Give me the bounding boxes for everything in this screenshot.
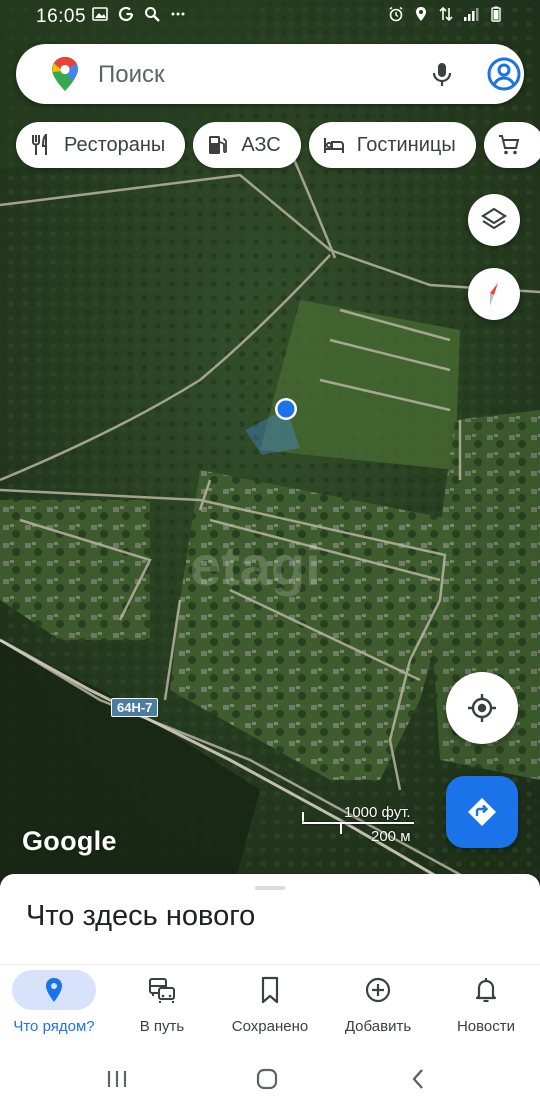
directions-button[interactable] — [446, 776, 518, 848]
scale-tick — [340, 822, 342, 834]
gas-station-icon — [209, 136, 228, 154]
status-bar: 16:05 — [0, 0, 540, 34]
alarm-icon — [389, 6, 403, 22]
chip-label: Рестораны — [64, 133, 166, 156]
map-watermark: etagi — [190, 534, 321, 597]
data-arrows-icon — [439, 6, 453, 22]
nav-label: Сохранено — [231, 1018, 309, 1035]
search-input[interactable]: Поиск — [98, 61, 165, 89]
nav-label: Что рядом? — [13, 1018, 95, 1035]
nav-label: Новости — [456, 1018, 516, 1035]
location-icon — [416, 7, 426, 21]
hotel-icon — [323, 138, 344, 153]
maps-pin-icon — [52, 57, 78, 91]
my-location-icon — [468, 694, 496, 722]
search-bar[interactable]: Поиск — [16, 44, 524, 104]
scale-imperial: 1000 фут. — [344, 804, 411, 821]
bottom-sheet[interactable]: Что здесь нового — [0, 874, 540, 964]
home-icon[interactable] — [254, 1066, 280, 1092]
chip-gas-stations[interactable]: АЗС — [193, 122, 301, 168]
explore-pin-icon — [46, 978, 62, 1002]
scale-bar — [302, 822, 414, 824]
sheet-drag-handle[interactable] — [255, 886, 285, 890]
compass-button[interactable] — [468, 268, 520, 320]
shopping-cart-icon — [498, 135, 520, 155]
status-right-icons — [388, 6, 504, 22]
bell-icon — [475, 978, 497, 1003]
nav-label: Добавить — [344, 1018, 412, 1035]
status-left-icons — [92, 6, 186, 22]
compass-icon — [490, 283, 498, 306]
image-icon — [92, 7, 108, 21]
more-dots-icon — [171, 12, 185, 16]
category-chips: Рестораны АЗС Гостиницы — [16, 122, 540, 168]
chip-shopping[interactable] — [483, 122, 540, 168]
mic-icon[interactable] — [428, 60, 456, 88]
google-attribution: Google — [22, 826, 117, 856]
bottom-navigation: Что рядом? В путь Сохранено Добавить Нов… — [0, 964, 540, 1048]
nav-contribute[interactable]: Добавить — [324, 965, 432, 1049]
sheet-title: Что здесь нового — [26, 900, 256, 932]
directions-icon — [468, 798, 496, 826]
system-navigation-bar — [0, 1048, 540, 1110]
chip-restaurants[interactable]: Рестораны — [16, 122, 186, 168]
nav-saved[interactable]: Сохранено — [216, 965, 324, 1049]
chip-label: АЗС — [241, 133, 281, 156]
nav-commute[interactable]: В путь — [108, 965, 216, 1049]
layers-icon — [480, 207, 508, 230]
nav-label: В путь — [139, 1018, 185, 1035]
chip-hotels[interactable]: Гостиницы — [308, 122, 476, 168]
scale-metric: 200 м — [371, 828, 411, 845]
bookmark-icon — [261, 976, 279, 1004]
nav-explore[interactable]: Что рядом? — [0, 965, 108, 1049]
battery-icon — [491, 6, 501, 22]
my-location-button[interactable] — [446, 672, 518, 744]
route-number-badge: 64Н-7 — [111, 698, 159, 717]
recents-icon[interactable] — [104, 1066, 130, 1092]
back-icon[interactable] — [406, 1066, 432, 1092]
search-icon — [145, 7, 160, 22]
layers-button[interactable] — [468, 194, 520, 246]
account-icon[interactable] — [486, 56, 522, 92]
add-circle-icon — [365, 977, 391, 1003]
google-g-icon — [118, 6, 134, 22]
status-time: 16:05 — [36, 6, 87, 27]
restaurant-icon — [32, 134, 47, 155]
nav-updates[interactable]: Новости — [432, 965, 540, 1049]
chip-label: Гостиницы — [356, 133, 456, 156]
signal-icon — [464, 8, 479, 21]
commute-icon — [149, 978, 175, 1003]
